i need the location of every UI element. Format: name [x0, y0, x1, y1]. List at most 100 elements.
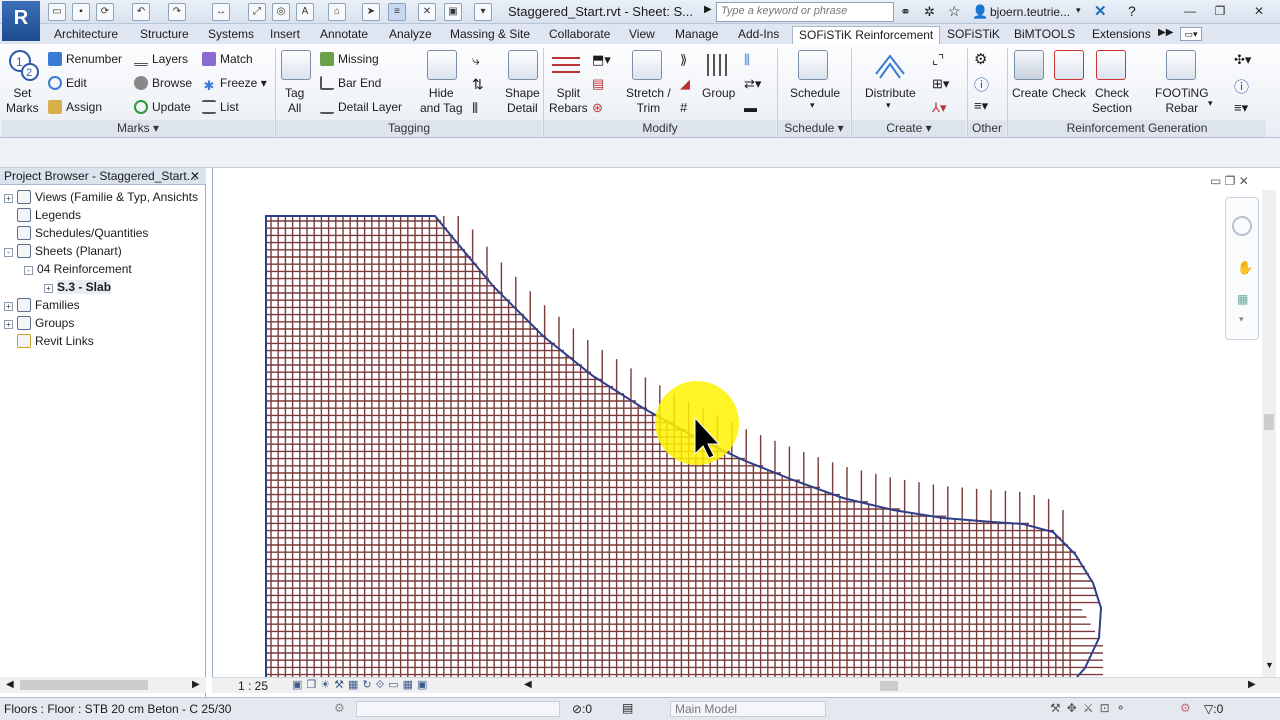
- browser-scroll-thumb[interactable]: [20, 680, 148, 690]
- panel-title-create[interactable]: Create ▾: [852, 120, 966, 137]
- tree-item[interactable]: Revit Links: [4, 332, 204, 350]
- collapse-icon[interactable]: -: [24, 266, 33, 275]
- split-rebars-icon[interactable]: [550, 50, 582, 80]
- footing-rebar-icon[interactable]: [1166, 50, 1196, 80]
- tab-structure[interactable]: Structure: [134, 26, 195, 44]
- scroll-left-icon[interactable]: ◀: [6, 679, 14, 690]
- modify-small-icon-8[interactable]: ⇄▾: [744, 76, 761, 92]
- create-reinforcement-button[interactable]: Create: [1012, 86, 1048, 100]
- create-small-icon-3[interactable]: ⅄▾: [932, 100, 946, 116]
- hide-and-tag-button[interactable]: Hide and Tag: [420, 86, 463, 116]
- text-icon[interactable]: A: [296, 3, 314, 21]
- workset-dropdown[interactable]: [356, 701, 560, 717]
- distribute-icon[interactable]: [872, 50, 908, 80]
- shape-detail-button[interactable]: Shape Detail: [505, 86, 540, 116]
- check-section-icon[interactable]: [1096, 50, 1126, 80]
- measure-icon[interactable]: ↔: [212, 3, 230, 21]
- dimension-icon[interactable]: ⤢: [248, 3, 266, 21]
- tree-item[interactable]: Schedules/Quantities: [4, 224, 204, 242]
- hide-and-tag-icon[interactable]: [427, 50, 457, 80]
- thin-lines-icon[interactable]: ≡: [388, 3, 406, 21]
- tree-item[interactable]: + S.3 - Slab: [4, 278, 204, 296]
- scroll-right-icon[interactable]: ▶: [192, 679, 200, 690]
- tab-bimtools[interactable]: BiMTOOLS: [1008, 26, 1081, 44]
- create-small-icon-2[interactable]: ⊞▾: [932, 76, 949, 92]
- pan-icon[interactable]: ✋: [1237, 260, 1253, 276]
- view-scroll-left-icon[interactable]: ◀: [524, 679, 532, 690]
- steering-wheel-icon[interactable]: [1232, 216, 1252, 236]
- footing-rebar-button[interactable]: FOOTiNG Rebar: [1155, 86, 1209, 116]
- tab-insert[interactable]: Insert: [264, 26, 306, 44]
- footing-dropdown-icon[interactable]: ▾: [1208, 98, 1213, 109]
- zoom-icon[interactable]: ▦: [1237, 292, 1248, 306]
- detail-layer-button[interactable]: Detail Layer: [320, 100, 402, 114]
- tree-item[interactable]: -04 Reinforcement: [4, 260, 204, 278]
- expand-icon[interactable]: +: [4, 302, 13, 311]
- check-icon[interactable]: [1054, 50, 1084, 80]
- qat-dropdown-icon[interactable]: ▾: [474, 3, 492, 21]
- tab-view[interactable]: View: [623, 26, 661, 44]
- stretch-trim-button[interactable]: Stretch / Trim: [626, 86, 671, 116]
- zoom-dropdown-icon[interactable]: ▾: [1239, 314, 1244, 325]
- tagging-small-icon-3[interactable]: ⦀: [472, 100, 478, 117]
- search-input[interactable]: Type a keyword or phrase: [716, 2, 894, 22]
- tab-add-ins[interactable]: Add-Ins: [732, 26, 785, 44]
- tab-sofistik[interactable]: SOFiSTiK: [941, 26, 1006, 44]
- vertical-scrollbar[interactable]: ▼: [1262, 190, 1276, 677]
- panel-title-schedule[interactable]: Schedule ▾: [778, 120, 850, 137]
- schedule-dropdown-icon[interactable]: ▾: [810, 100, 815, 111]
- subscription-icon[interactable]: ✲: [924, 4, 935, 20]
- tab-manage[interactable]: Manage: [669, 26, 724, 44]
- tag-all-icon[interactable]: [281, 50, 311, 80]
- drawing-viewport[interactable]: ▭ ❐ ✕: [212, 168, 1280, 677]
- tree-item[interactable]: - Sheets (Planart): [4, 242, 204, 260]
- tree-item[interactable]: + Views (Familie & Typ, Ansichts: [4, 188, 204, 206]
- renumber-button[interactable]: Renumber: [48, 52, 122, 66]
- view-scale[interactable]: 1 : 25: [238, 679, 268, 693]
- gen-help-icon[interactable]: ⓘ: [1234, 76, 1249, 97]
- 3d-view-icon[interactable]: ⌂: [328, 3, 346, 21]
- user-dropdown-icon[interactable]: ▾: [1076, 5, 1081, 16]
- collapse-icon[interactable]: -: [4, 248, 13, 257]
- stretch-trim-icon[interactable]: [632, 50, 662, 80]
- view-horizontal-scrollbar[interactable]: 1 : 25 ▣❐☀⚒▦↻⟐▭▦▣ ◀ ▶: [212, 677, 1280, 693]
- tagging-small-icon-2[interactable]: ⇅: [472, 76, 484, 93]
- tag-icon[interactable]: ◎: [272, 3, 290, 21]
- design-option-dropdown[interactable]: Main Model: [670, 701, 826, 717]
- tab-analyze[interactable]: Analyze: [383, 26, 438, 44]
- worksets-icon[interactable]: ⚙: [334, 701, 345, 715]
- modify-small-icon-4[interactable]: ⟫: [680, 52, 687, 68]
- freeze-button[interactable]: ✱ Freeze ▾: [202, 76, 267, 93]
- minimize-icon[interactable]: —: [1176, 2, 1204, 20]
- navigation-bar[interactable]: ✋ ▦ ▾: [1225, 197, 1259, 340]
- close-hidden-icon[interactable]: ✕: [418, 3, 436, 21]
- set-marks-icon[interactable]: 12: [6, 48, 40, 82]
- close-browser-icon[interactable]: ✕: [190, 168, 200, 184]
- settings-icon[interactable]: ⚙: [974, 50, 987, 68]
- schedule-button[interactable]: Schedule: [790, 86, 840, 100]
- modify-small-icon-1[interactable]: ⬒▾: [592, 52, 611, 68]
- expand-icon[interactable]: +: [44, 284, 53, 293]
- gen-small-icon-3[interactable]: ≡▾: [1234, 100, 1248, 116]
- tab-architecture[interactable]: Architecture: [48, 26, 124, 44]
- tagging-small-icon-1[interactable]: ⤷: [472, 52, 480, 69]
- open-icon[interactable]: ▭: [48, 3, 66, 21]
- help-other-icon[interactable]: ⓘ: [974, 74, 989, 95]
- vertical-scroll-thumb[interactable]: [1264, 414, 1274, 430]
- tree-item[interactable]: + Groups: [4, 314, 204, 332]
- browser-horizontal-scrollbar[interactable]: ◀ ▶: [0, 677, 206, 693]
- revit-logo[interactable]: R: [2, 1, 40, 41]
- modify-small-icon-3[interactable]: ⊛: [592, 100, 603, 116]
- other-menu-icon[interactable]: ≡▾: [974, 98, 988, 114]
- create-small-icon-1[interactable]: ⌞⌝: [932, 52, 944, 68]
- design-options-icon[interactable]: ▤: [622, 701, 633, 715]
- assign-button[interactable]: Assign: [48, 100, 102, 114]
- filter-icon[interactable]: ▽:0: [1204, 702, 1223, 716]
- background-process-icon[interactable]: ⚙: [1180, 701, 1191, 715]
- help-icon[interactable]: ?: [1128, 3, 1136, 19]
- layers-button[interactable]: Layers: [134, 52, 188, 66]
- undo-icon[interactable]: ↶: [132, 3, 150, 21]
- expand-icon[interactable]: +: [4, 194, 13, 203]
- binoculars-icon[interactable]: ⚭: [900, 4, 911, 20]
- sync-icon[interactable]: ⟳: [96, 3, 114, 21]
